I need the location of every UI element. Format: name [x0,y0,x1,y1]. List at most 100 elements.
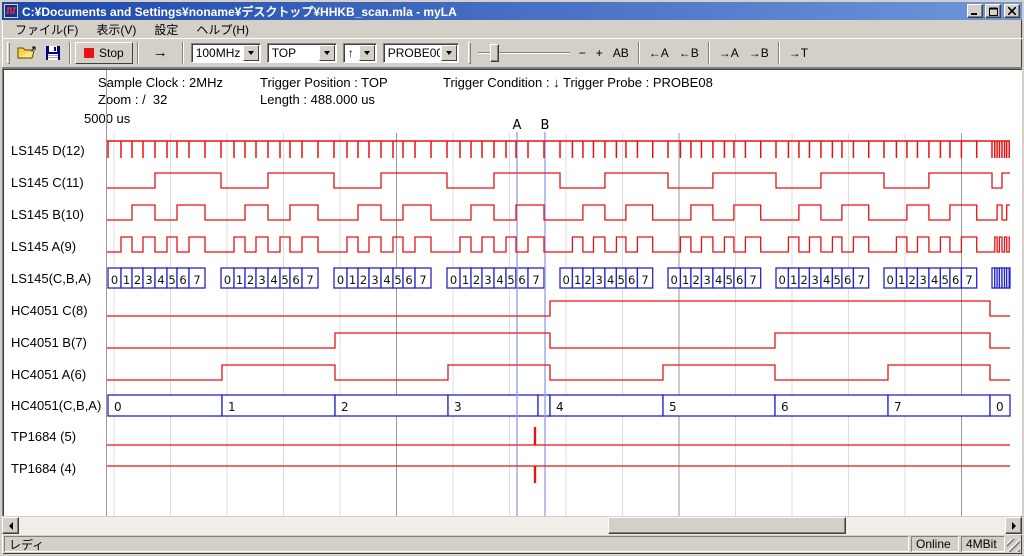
svg-text:4: 4 [715,273,722,287]
waveform-LS145-B-10- [107,205,1010,220]
cursor-B[interactable]: B [541,118,550,516]
svg-text:0: 0 [337,273,344,287]
svg-text:3: 3 [704,273,711,287]
svg-text:5: 5 [726,273,733,287]
dropdown-button[interactable] [243,45,259,61]
chevron-down-icon [248,51,254,58]
svg-text:4: 4 [157,273,164,287]
menu-item-2[interactable]: 設定 [145,20,187,39]
svg-text:2: 2 [134,273,141,287]
svg-text:3: 3 [484,273,491,287]
trigger-edge-select[interactable]: ↑ [343,43,377,63]
menu-item-1[interactable]: 表示(V) [87,20,145,39]
svg-text:0: 0 [224,273,231,287]
svg-text:0: 0 [114,400,122,414]
save-icon [45,45,61,61]
waveform-LS145-C-11- [107,173,1010,188]
svg-text:5: 5 [669,400,677,414]
waveform-HC4051-A-6- [107,365,1010,380]
sample-clock-select[interactable]: 100MHz [191,43,261,63]
scroll-right-button[interactable] [1005,517,1022,534]
svg-text:1: 1 [123,273,130,287]
svg-text:7: 7 [193,273,200,287]
scroll-left-button[interactable] [2,517,19,534]
dropdown-button[interactable] [441,45,457,61]
svg-text:4: 4 [383,273,390,287]
cursor-label-A: A [513,118,522,133]
title-bar: C:¥Documents and Settings¥noname¥デスクトップ¥… [2,2,1022,20]
waveform-TP1684-5- [107,427,1010,445]
maximize-button[interactable] [985,4,1001,18]
run-button[interactable]: → [143,41,178,65]
status-bar: レディ Online 4MBit [2,535,1022,554]
sample-clock-value: 100MHz [192,46,242,60]
nav-button-xA[interactable]: ←A [644,43,674,63]
nav-button-xA[interactable]: →A [714,43,744,63]
chevron-down-icon [446,51,452,58]
svg-text:7: 7 [894,400,902,414]
svg-text:2: 2 [585,273,592,287]
svg-text:5: 5 [618,273,625,287]
minimize-icon [971,7,979,15]
nav-button-xT[interactable]: →T [784,43,813,63]
zoom-slider-thumb[interactable] [490,44,499,62]
nav-button-AB[interactable]: AB [608,43,634,63]
save-button[interactable] [41,41,65,65]
toolbar-separator [638,42,640,64]
svg-text:6: 6 [736,273,743,287]
trigger-probe-select[interactable]: PROBE00 [383,43,459,63]
svg-text:3: 3 [920,273,927,287]
svg-text:0: 0 [450,273,457,287]
stop-button[interactable]: Stop [75,42,133,64]
resize-grip[interactable] [1007,539,1020,552]
trigger-position-select[interactable]: TOP [267,43,337,63]
svg-text:2: 2 [247,273,254,287]
nav-button-xB[interactable]: →B [744,43,774,63]
svg-text:7: 7 [419,273,426,287]
svg-text:6: 6 [628,273,635,287]
waveform-plot[interactable]: 0123456701234567012345670123456701234567… [2,68,1014,516]
app-window: C:¥Documents and Settings¥noname¥デスクトップ¥… [0,0,1024,556]
svg-text:0: 0 [111,273,118,287]
nav-button-xB[interactable]: ←B [674,43,704,63]
open-folder-icon [17,45,37,61]
svg-text:0: 0 [887,273,894,287]
toolbar-grip[interactable] [7,42,10,64]
svg-text:0: 0 [779,273,786,287]
svg-text:5: 5 [394,273,401,287]
dropdown-button[interactable] [319,45,335,61]
menu-item-3[interactable]: ヘルプ(H) [187,20,258,39]
svg-text:2: 2 [693,273,700,287]
svg-text:0: 0 [671,273,678,287]
minimize-button[interactable] [967,4,983,18]
horizontal-scrollbar[interactable] [2,517,1022,535]
run-arrow-icon: → [153,44,168,61]
waveform-HC4051-B-7- [107,333,1010,348]
status-message-panel: レディ [4,536,909,552]
menu-item-0[interactable]: ファイル(F) [6,20,87,39]
trigger-edge-value: ↑ [344,46,358,60]
stop-icon [84,48,94,58]
open-file-button[interactable] [13,41,41,65]
svg-text:6: 6 [844,273,851,287]
svg-text:3: 3 [812,273,819,287]
nav-button-+[interactable]: + [591,43,608,63]
svg-text:6: 6 [518,273,525,287]
status-ready-text: レディ [9,536,44,553]
toolbar-grip[interactable] [468,42,471,64]
zoom-slider[interactable] [478,42,570,64]
dropdown-button[interactable] [359,45,375,61]
toolbar-separator [137,42,139,64]
scrollbar-thumb[interactable] [608,517,846,534]
svg-text:4: 4 [270,273,277,287]
svg-text:1: 1 [898,273,905,287]
memory-badge: 4MBit [961,536,1005,552]
svg-text:1: 1 [790,273,797,287]
svg-text:5: 5 [942,273,949,287]
cursor-A[interactable]: A [513,118,522,516]
waveform-TP1684-4- [107,466,1010,483]
svg-text:4: 4 [496,273,503,287]
close-button[interactable] [1004,4,1020,18]
waveform-LS145-A-9- [107,237,1010,252]
nav-button-x[interactable]: − [574,43,591,63]
